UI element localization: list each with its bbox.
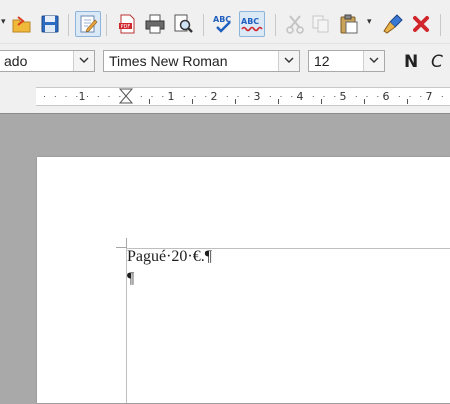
print-preview-icon[interactable] (170, 11, 196, 37)
ruler-tick (278, 99, 279, 104)
ruler-tick (235, 99, 236, 104)
paragraph-line[interactable]: ¶ (127, 270, 134, 288)
ruler-number: 6 (383, 90, 390, 103)
ruler-tick (364, 99, 365, 104)
ruler-tick (149, 99, 150, 104)
ruler-tick (192, 99, 193, 104)
font-size-combo[interactable]: 12 (308, 50, 385, 72)
ruler-tick (119, 96, 121, 97)
ruler-tick (205, 96, 207, 97)
ruler-number: 3 (254, 90, 261, 103)
clone-formatting-icon[interactable] (380, 11, 406, 37)
svg-text:PDF: PDF (121, 24, 131, 30)
clear-formatting-icon[interactable] (408, 11, 434, 37)
cut-icon[interactable] (282, 11, 308, 37)
ruler-tick (441, 96, 443, 97)
export-pdf-icon[interactable]: PDF (114, 11, 140, 37)
ruler-tick (377, 96, 379, 97)
ruler-number: 2 (211, 90, 218, 103)
ruler-tick (76, 96, 78, 97)
ruler-tick (366, 96, 368, 97)
document-page[interactable] (37, 157, 450, 403)
ruler-tick (323, 96, 325, 97)
bold-button[interactable]: N (404, 52, 418, 72)
ruler-tick (237, 96, 239, 97)
horizontal-ruler[interactable]: 1 1 2 3 4 5 6 7 (36, 87, 450, 106)
font-name-dropdown-icon[interactable] (278, 51, 299, 71)
ruler-tick (140, 96, 142, 97)
ruler-number: 4 (297, 90, 304, 103)
font-size-value: 12 (314, 53, 330, 69)
ruler-number: 1 (79, 90, 86, 103)
font-name-combo[interactable]: Times New Roman (103, 50, 300, 72)
spelling-icon[interactable]: ABC (211, 11, 237, 37)
ruler-tick (65, 96, 67, 97)
font-name-value: Times New Roman (109, 53, 228, 69)
ruler-tick (312, 96, 314, 97)
indent-marker-icon[interactable] (118, 88, 134, 104)
print-icon[interactable] (142, 11, 168, 37)
ruler-number: 5 (340, 90, 347, 103)
ruler-tick (355, 96, 357, 97)
paragraph-style-value: ado (4, 53, 28, 69)
ruler-tick (162, 96, 164, 97)
ruler-tick (108, 96, 110, 97)
paste-dropdown-arrow-icon[interactable]: ▾ (367, 17, 372, 27)
ruler-tick (54, 96, 56, 97)
ruler-tick (407, 99, 408, 104)
crop-mark (126, 238, 127, 248)
auto-spellcheck-icon[interactable]: ABC (239, 11, 265, 37)
ruler-tick (321, 99, 322, 104)
open-dropdown-arrow-icon[interactable]: ▾ (1, 17, 6, 27)
ruler-tick (409, 96, 411, 97)
ruler-tick (87, 96, 88, 97)
open-icon[interactable] (9, 11, 35, 37)
ruler-tick (44, 96, 45, 97)
ruler-tick (291, 96, 293, 97)
ruler-tick (398, 96, 400, 97)
ruler-number: 7 (426, 90, 433, 103)
ruler-tick (151, 96, 153, 97)
ruler-number: 1 (168, 90, 175, 103)
ruler-scale: 1 1 2 3 4 5 6 7 (44, 88, 443, 104)
ruler-tick (334, 96, 336, 97)
copy-icon[interactable] (308, 11, 334, 37)
ruler-tick (226, 96, 228, 97)
edit-file-icon[interactable] (75, 11, 101, 37)
paste-icon[interactable] (336, 11, 362, 37)
paragraph-line[interactable]: Pagué·20·€.¶ (127, 248, 212, 266)
ruler-tick (420, 96, 422, 97)
save-icon[interactable] (37, 11, 63, 37)
ruler-tick (248, 96, 250, 97)
font-size-dropdown-icon[interactable] (363, 51, 384, 71)
paragraph-style-dropdown-icon[interactable] (73, 51, 94, 71)
ruler-tick (183, 96, 185, 97)
italic-button[interactable]: C (431, 52, 443, 72)
standard-toolbar: ▾ PDF ABC ABC ▾ (0, 5, 450, 44)
ruler-area: 1 1 2 3 4 5 6 7 (0, 80, 450, 113)
svg-text:ABC: ABC (241, 17, 259, 26)
ruler-tick (194, 96, 196, 97)
ruler-tick (269, 96, 271, 97)
paragraph-style-combo[interactable]: ado (0, 50, 95, 72)
ruler-tick (97, 96, 99, 97)
formatting-toolbar: ado Times New Roman 12 N C (0, 44, 450, 80)
ruler-tick (280, 96, 282, 97)
